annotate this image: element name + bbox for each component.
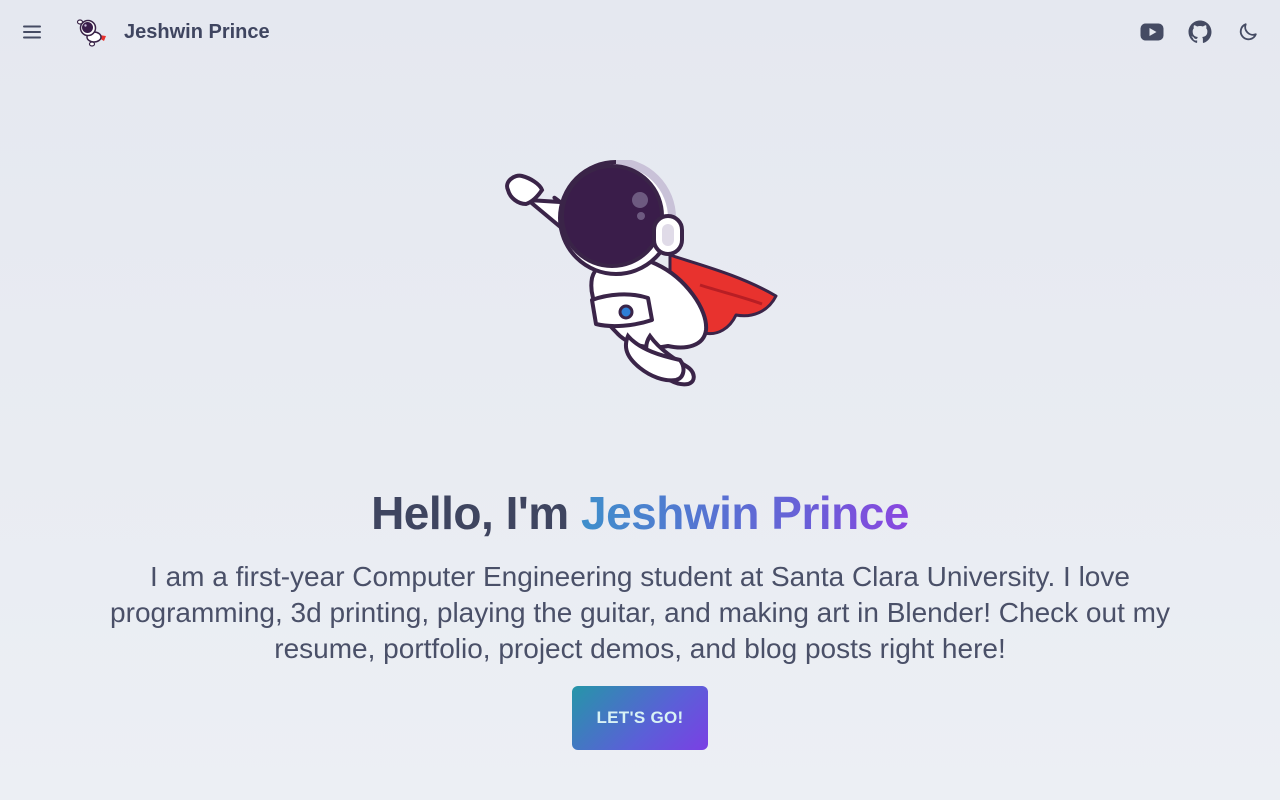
brand-link[interactable]: Jeshwin Prince (74, 14, 270, 50)
hero-name: Jeshwin Prince (581, 487, 909, 539)
youtube-icon (1140, 23, 1164, 41)
github-button[interactable] (1180, 12, 1220, 52)
greeting-text: Hello, I'm (371, 487, 581, 539)
astronaut-logo-icon (76, 19, 106, 47)
intro-paragraph: I am a first-year Computer Engineering s… (110, 561, 1170, 664)
moon-icon (1239, 23, 1257, 41)
menu-button[interactable] (12, 12, 52, 52)
theme-toggle-button[interactable] (1228, 12, 1268, 52)
flying-astronaut-illustration (505, 160, 778, 387)
navbar: Jeshwin Prince (0, 0, 1280, 64)
hamburger-menu-icon (23, 25, 41, 39)
lets-go-button[interactable]: LET'S GO! (572, 686, 708, 750)
github-icon (1188, 20, 1212, 43)
youtube-button[interactable] (1132, 12, 1172, 52)
hero-headline: Hello, I'm Jeshwin Prince (0, 486, 1280, 540)
brand-title: Jeshwin Prince (124, 20, 270, 43)
